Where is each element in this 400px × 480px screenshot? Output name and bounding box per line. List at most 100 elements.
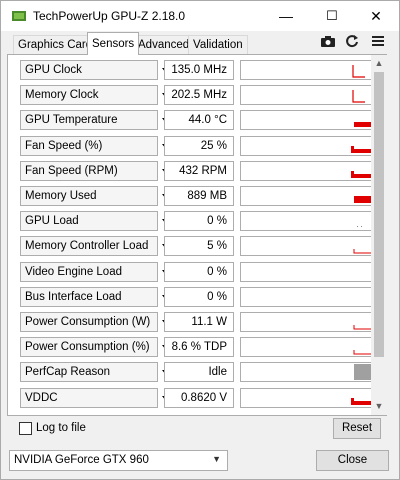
sensor-name-box[interactable]: Memory Used (20, 186, 158, 206)
sensor-value: 0 % (207, 215, 227, 228)
sensor-value: 0.8620 V (180, 391, 227, 404)
sensors-panel: GPU Clock 135.0 MHz Memory Clock 202.5 MHz G… (7, 54, 387, 416)
sensor-value: 11.1 W (191, 316, 227, 328)
sensor-graph (240, 110, 372, 131)
tab-sensors[interactable]: Sensors (87, 32, 140, 55)
sensor-name: Memory Used (25, 190, 97, 202)
sensor-row-fan-speed-rpm: Fan Speed (RPM) 432 RPM (18, 159, 373, 184)
sensor-value: 432 RPM (179, 164, 227, 177)
sensor-value-box: Idle (164, 362, 234, 383)
gpuz-app-icon (11, 8, 27, 24)
sensor-graph (240, 135, 372, 156)
sensor-name: Power Consumption (%) (25, 341, 150, 354)
sensor-name-box[interactable]: VDDC (20, 387, 158, 408)
sensor-name: Memory Controller Load (25, 240, 149, 253)
sensor-graph (240, 211, 372, 232)
sensor-name-box[interactable]: Memory Controller Load (20, 236, 158, 257)
sensor-value-box: 889 MB (164, 186, 234, 206)
sensor-value-box: 25 % (164, 135, 234, 156)
sensor-name: Power Consumption (W) (25, 316, 151, 328)
sensor-name-box[interactable]: Power Consumption (%) (20, 337, 158, 358)
log-to-file-label: Log to file (36, 422, 86, 434)
sensor-graph (240, 186, 372, 206)
title-bar: TechPowerUp GPU-Z 2.18.0 — ☐ ✕ (1, 1, 399, 31)
sensor-name-box[interactable]: GPU Load (20, 211, 158, 232)
sensor-name: Video Engine Load (25, 265, 122, 278)
reset-button[interactable]: Reset (333, 418, 381, 439)
sensor-name: PerfCap Reason (25, 366, 111, 379)
sensor-graph (240, 337, 372, 358)
tab-bar: Graphics Card Sensors Advanced Validatio… (1, 31, 399, 55)
sensor-value-box: 432 RPM (164, 160, 234, 181)
sensor-value-box: 44.0 °C (164, 110, 234, 131)
sensor-name-box[interactable]: PerfCap Reason (20, 362, 158, 383)
sensor-name-box[interactable]: Fan Speed (RPM) (20, 160, 158, 181)
sensor-name-box[interactable]: Power Consumption (W) (20, 312, 158, 332)
gpuz-window: TechPowerUp GPU-Z 2.18.0 — ☐ ✕ Graphics … (0, 0, 400, 480)
sensor-value: 135.0 MHz (171, 64, 227, 76)
sensor-name: VDDC (25, 391, 58, 404)
sensor-graph (240, 60, 372, 80)
sensor-name-box[interactable]: Memory Clock (20, 85, 158, 106)
sensor-value: 202.5 MHz (171, 89, 227, 102)
sensor-row-bus-interface-load: Bus Interface Load 0 % (18, 285, 373, 310)
gpu-select-value: NVIDIA GeForce GTX 960 (14, 454, 149, 466)
sensor-name-box[interactable]: Fan Speed (%) (20, 135, 158, 156)
sensor-row-video-engine-load: Video Engine Load 0 % (18, 260, 373, 285)
scroll-up-icon[interactable]: ▲ (371, 55, 387, 72)
close-button[interactable]: Close (316, 450, 389, 471)
sensor-name: GPU Load (25, 215, 79, 228)
sensor-value: 0 % (207, 290, 227, 303)
sensor-value: 25 % (200, 139, 227, 152)
window-title: TechPowerUp GPU-Z 2.18.0 (33, 9, 186, 23)
tab-validation[interactable]: Validation (188, 35, 248, 54)
scroll-thumb[interactable] (374, 72, 384, 357)
sensor-name: Memory Clock (25, 89, 99, 102)
menu-icon[interactable] (369, 34, 387, 52)
sensor-graph (240, 261, 372, 282)
sensor-name: Fan Speed (%) (25, 139, 103, 152)
sensor-graph (240, 236, 372, 257)
log-to-file-checkbox[interactable] (19, 422, 32, 435)
sensor-graph (240, 362, 372, 383)
sensor-row-gpu-load: GPU Load 0 % (18, 209, 373, 234)
sensor-value-box: 5 % (164, 236, 234, 257)
sensor-value-box: 0 % (164, 211, 234, 232)
sensor-value-box: 0 % (164, 286, 234, 307)
sensor-name: Bus Interface Load (25, 290, 122, 303)
sensor-row-power-consumption: Power Consumption (%) 8.6 % TDP (18, 335, 373, 360)
tab-advanced[interactable]: Advanced (133, 35, 195, 54)
sensor-name-box[interactable]: Video Engine Load (20, 261, 158, 282)
sensor-name: GPU Clock (25, 64, 82, 76)
sensor-value: 0 % (207, 265, 227, 278)
camera-icon[interactable] (319, 34, 337, 52)
maximize-button[interactable]: ☐ (309, 1, 355, 31)
sensor-value: 8.6 % TDP (171, 341, 227, 354)
sensor-value-box: 0.8620 V (164, 387, 234, 408)
scroll-down-icon[interactable]: ▼ (371, 398, 387, 415)
sensor-row-perfcap-reason: PerfCap Reason Idle (18, 360, 373, 385)
sensor-name: Fan Speed (RPM) (25, 164, 118, 177)
sensor-graph (240, 85, 372, 106)
sensor-graph (240, 312, 372, 332)
minimize-button[interactable]: — (263, 1, 309, 31)
sensor-row-memory-clock: Memory Clock 202.5 MHz (18, 83, 373, 108)
sensor-row-memory-used: Memory Used 889 MB (18, 184, 373, 209)
sensor-name-box[interactable]: GPU Clock (20, 60, 158, 80)
sensor-row-vddc: VDDC 0.8620 V (18, 386, 373, 411)
sensor-row-fan-speed: Fan Speed (%) 25 % (18, 134, 373, 159)
sensor-name-box[interactable]: GPU Temperature (20, 110, 158, 131)
sensor-value-box: 0 % (164, 261, 234, 282)
sensor-row-memory-controller-load: Memory Controller Load 5 % (18, 234, 373, 259)
sensor-name-box[interactable]: Bus Interface Load (20, 286, 158, 307)
sensor-graph (240, 160, 372, 181)
sensor-value-box: 202.5 MHz (164, 85, 234, 106)
sensor-scrollbar[interactable]: ▲ ▼ (371, 55, 387, 415)
gpu-select[interactable]: NVIDIA GeForce GTX 960 ▼ (9, 450, 228, 471)
close-window-button[interactable]: ✕ (353, 1, 399, 31)
sensor-graph (240, 286, 372, 307)
tab-graphics-card[interactable]: Graphics Card (13, 35, 98, 54)
sensor-value-box: 8.6 % TDP (164, 337, 234, 358)
refresh-icon[interactable] (343, 34, 361, 52)
sensor-row-gpu-clock: GPU Clock 135.0 MHz (18, 58, 373, 83)
